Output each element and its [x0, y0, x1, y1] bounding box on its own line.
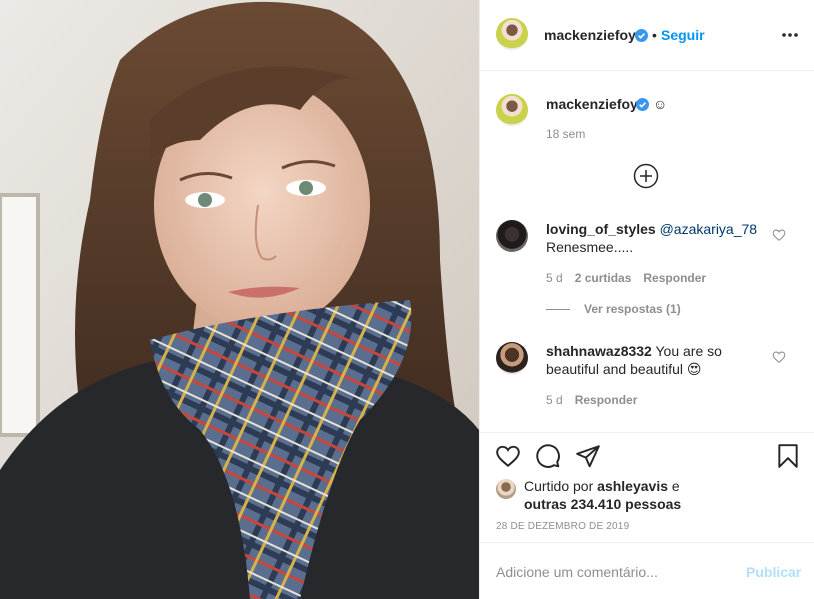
comment-icon[interactable] — [535, 443, 561, 469]
reply-button[interactable]: Responder — [575, 393, 638, 407]
bookmark-icon[interactable] — [775, 443, 801, 469]
comment-time: 5 d — [546, 393, 563, 407]
replies-divider — [546, 308, 570, 310]
likes-conj: e — [671, 478, 680, 494]
commenter-username[interactable]: shahnawaz8332 — [546, 343, 652, 359]
heart-icon[interactable] — [772, 228, 786, 242]
comment-meta: 5 d Responder — [546, 393, 637, 407]
add-circle-icon[interactable] — [633, 163, 659, 189]
liker-avatar[interactable] — [496, 479, 516, 499]
post-date: 28 DE DEZEMBRO DE 2019 — [496, 521, 630, 532]
commenter-avatar[interactable] — [496, 342, 528, 374]
liker-username[interactable]: ashleyavis — [597, 478, 668, 494]
likes-others[interactable]: outras 234.410 pessoas — [524, 496, 681, 512]
commenter-avatar[interactable] — [496, 220, 528, 252]
comment-text: shahnawaz8332 You are so beautiful and b… — [546, 342, 766, 378]
comment-body: Renesmee..... — [546, 239, 634, 255]
add-comment-bar: Publicar — [480, 542, 814, 599]
comment-input[interactable] — [496, 561, 736, 583]
heart-icon[interactable] — [495, 443, 521, 469]
post-photo[interactable] — [0, 0, 479, 599]
header-separator: • — [652, 27, 657, 43]
heart-icon[interactable] — [772, 350, 786, 364]
publish-button[interactable]: Publicar — [746, 564, 801, 580]
caption-text: ☺ — [653, 96, 668, 112]
post-side-panel: mackenziefoy • Seguir mackenziefoy ☺ 18 … — [479, 0, 814, 599]
comment-meta: 5 d 2 curtidas Responder — [546, 271, 706, 285]
author-avatar[interactable] — [496, 18, 528, 50]
view-replies-button[interactable]: Ver respostas (1) — [546, 302, 681, 316]
share-icon[interactable] — [575, 443, 601, 469]
comment-time: 5 d — [546, 271, 563, 285]
verified-badge-icon — [636, 98, 649, 111]
more-options-icon[interactable] — [780, 26, 800, 44]
verified-badge-icon — [635, 29, 648, 42]
comment-likes[interactable]: 2 curtidas — [575, 271, 632, 285]
caption-username[interactable]: mackenziefoy — [546, 96, 638, 112]
caption-time: 18 sem — [546, 127, 586, 141]
follow-button[interactable]: Seguir — [661, 27, 705, 43]
post-header: mackenziefoy • Seguir — [480, 0, 814, 71]
post-container: mackenziefoy • Seguir mackenziefoy ☺ 18 … — [0, 0, 814, 599]
portrait-illustration — [0, 0, 479, 599]
view-replies-label: Ver respostas (1) — [584, 302, 681, 316]
reply-button[interactable]: Responder — [643, 271, 706, 285]
comment-mention[interactable]: @azakariya_78 — [660, 221, 758, 237]
caption-avatar[interactable] — [496, 94, 528, 126]
author-username[interactable]: mackenziefoy — [544, 27, 636, 43]
comment-text: loving_of_styles @azakariya_78 Renesmee.… — [546, 220, 766, 256]
commenter-username[interactable]: loving_of_styles — [546, 221, 656, 237]
likes-prefix: Curtido por — [524, 478, 594, 494]
likes-summary[interactable]: Curtido por ashleyavis e outras 234.410 … — [524, 477, 764, 513]
